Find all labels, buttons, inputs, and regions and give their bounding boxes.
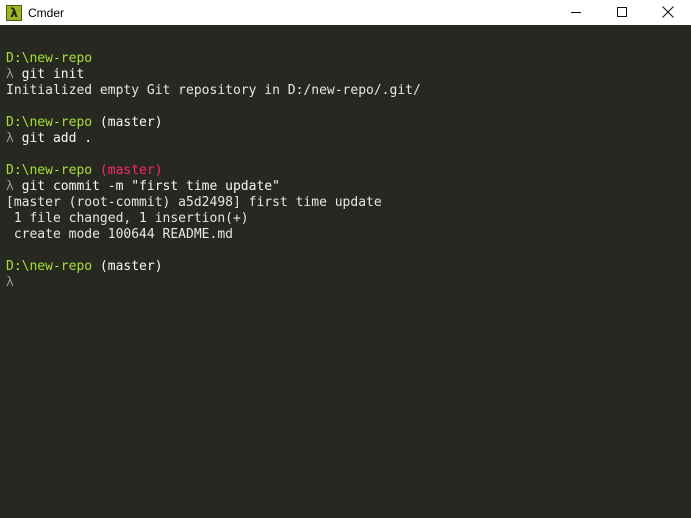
prompt-path: D:\new-repo [6,115,93,130]
git-branch-label: (master) [99,259,163,274]
maximize-button[interactable] [599,0,645,25]
command-line: λ [6,275,687,291]
command-line: λ git add . [6,131,687,147]
minimize-icon [571,12,581,13]
lambda-prompt-icon: λ [6,67,14,82]
output-line: Initialized empty Git repository in D:/n… [6,83,687,99]
prompt-line: D:\new-repo (master) [6,163,687,179]
output-line: 1 file changed, 1 insertion(+) [6,211,687,227]
lambda-prompt-icon: λ [6,275,14,290]
prompt-path: D:\new-repo [6,163,93,178]
git-branch-label: (master) [99,163,163,178]
close-button[interactable] [645,0,691,25]
command-text: git add . [21,131,93,146]
window-controls [553,0,691,25]
prompt-path: D:\new-repo [6,51,93,66]
title-bar[interactable]: λ Cmder [0,0,691,25]
lambda-prompt-icon: λ [6,179,14,194]
output-text: 1 file changed, 1 insertion(+) [6,211,249,226]
lambda-icon[interactable]: λ [6,4,22,21]
close-icon [662,6,674,18]
lambda-prompt-icon: λ [6,131,14,146]
output-text: Initialized empty Git repository in D:/n… [6,83,421,98]
command-line: λ git init [6,67,687,83]
command-text: git init [21,67,85,82]
command-text: git commit -m "first time update" [21,179,280,194]
window-title: Cmder [28,5,65,20]
prompt-path: D:\new-repo [6,259,93,274]
maximize-icon [617,7,627,17]
command-line: λ git commit -m "first time update" [6,179,687,195]
output-line: create mode 100644 README.md [6,227,687,243]
prompt-line: D:\new-repo (master) [6,115,687,131]
prompt-line: D:\new-repo [6,51,687,67]
output-text: [master (root-commit) a5d2498] first tim… [6,195,382,210]
terminal-output[interactable]: D:\new-repo λ git init Initialized empty G… [6,51,687,518]
output-line: [master (root-commit) a5d2498] first tim… [6,195,687,211]
output-text: create mode 100644 README.md [6,227,233,242]
git-branch-label: (master) [99,115,163,130]
minimize-button[interactable] [553,0,599,25]
prompt-line: D:\new-repo (master) [6,259,687,275]
